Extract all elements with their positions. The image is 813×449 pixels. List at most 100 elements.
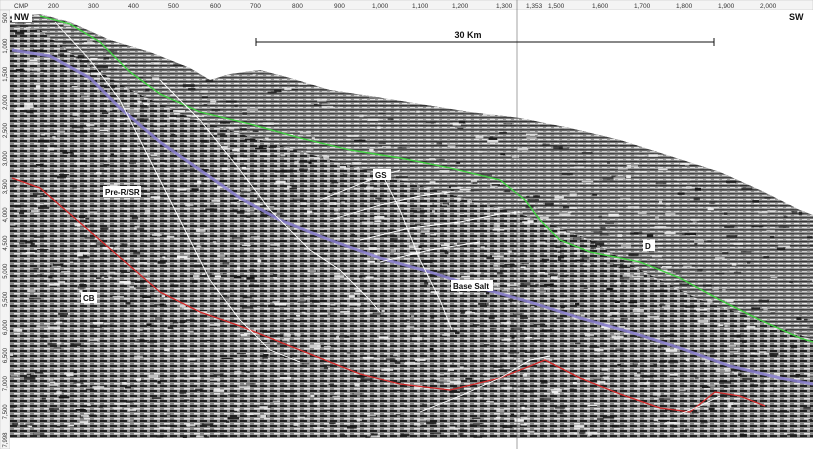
seismic-texture-mark bbox=[536, 241, 546, 245]
seismic-texture-mark bbox=[597, 418, 604, 421]
seismic-texture-mark bbox=[136, 118, 149, 121]
seismic-texture-mark bbox=[517, 199, 524, 201]
seismic-texture-mark bbox=[548, 273, 558, 275]
seismic-texture-mark bbox=[159, 426, 171, 429]
seismic-texture-mark bbox=[104, 157, 108, 161]
seismic-texture-mark bbox=[253, 177, 263, 180]
seismic-texture-mark bbox=[239, 385, 251, 388]
seismic-texture-mark bbox=[476, 397, 483, 399]
seismic-texture-mark bbox=[205, 339, 212, 342]
seismic-texture-mark bbox=[136, 377, 141, 381]
seismic-texture-mark bbox=[72, 187, 77, 189]
seismic-texture-mark bbox=[602, 177, 614, 181]
seismic-texture-mark bbox=[37, 139, 50, 143]
seismic-texture-mark bbox=[722, 289, 726, 291]
seismic-texture-mark bbox=[329, 202, 337, 205]
seismic-texture-mark bbox=[581, 152, 593, 154]
seismic-texture-mark bbox=[165, 329, 172, 331]
seismic-texture-mark bbox=[135, 287, 147, 290]
seismic-texture-mark bbox=[177, 188, 187, 191]
seismic-texture-mark bbox=[764, 422, 777, 425]
cmp-tick-label: 1,800 bbox=[676, 3, 693, 10]
seismic-texture-mark bbox=[787, 433, 797, 436]
seismic-texture-mark bbox=[339, 433, 345, 435]
seismic-texture-mark bbox=[79, 215, 86, 218]
seismic-texture-mark bbox=[98, 405, 103, 408]
cmp-tick-label: 1,700 bbox=[634, 3, 651, 10]
seismic-texture-mark bbox=[751, 225, 764, 228]
seismic-texture-mark bbox=[589, 346, 600, 348]
seismic-texture-mark bbox=[170, 284, 179, 287]
seismic-texture-mark bbox=[33, 192, 45, 195]
seismic-texture-mark bbox=[422, 403, 427, 406]
seismic-texture-mark bbox=[406, 325, 415, 328]
seismic-texture-mark bbox=[574, 252, 583, 254]
seismic-texture-mark bbox=[308, 161, 312, 164]
seismic-texture-mark bbox=[783, 215, 788, 218]
seismic-texture-mark bbox=[310, 395, 315, 397]
seismic-texture-mark bbox=[390, 237, 398, 240]
seismic-texture-mark bbox=[201, 96, 208, 99]
seismic-texture-mark bbox=[36, 203, 44, 206]
seismic-texture-mark bbox=[129, 109, 139, 112]
seismic-texture-mark bbox=[557, 231, 567, 234]
seismic-texture-mark bbox=[724, 212, 728, 215]
seismic-texture-mark bbox=[400, 407, 405, 410]
seismic-texture-mark bbox=[234, 370, 242, 374]
seismic-texture-mark bbox=[222, 262, 230, 265]
seismic-texture-mark bbox=[608, 213, 619, 217]
seismic-texture-mark bbox=[778, 226, 790, 228]
seismic-texture-mark bbox=[652, 392, 661, 396]
cmp-tick-label: 2,000 bbox=[760, 3, 777, 10]
seismic-texture-mark bbox=[306, 148, 314, 150]
seismic-texture-mark bbox=[330, 303, 336, 306]
seismic-texture-mark bbox=[395, 413, 401, 416]
seismic-texture-mark bbox=[192, 115, 205, 118]
seismic-texture-mark bbox=[429, 158, 436, 160]
seismic-texture-mark bbox=[668, 360, 679, 364]
seismic-texture-mark bbox=[76, 383, 81, 386]
seismic-texture-mark bbox=[41, 133, 45, 136]
seismic-texture-mark bbox=[767, 210, 777, 212]
seismic-texture-mark bbox=[157, 381, 161, 384]
seismic-texture-mark bbox=[309, 344, 321, 348]
seismic-texture-mark bbox=[365, 312, 373, 314]
seismic-texture-mark bbox=[301, 363, 310, 365]
seismic-texture-mark bbox=[457, 197, 462, 201]
seismic-texture-mark bbox=[415, 248, 422, 250]
seismic-texture-mark bbox=[695, 309, 707, 311]
seismic-texture-mark bbox=[627, 205, 640, 209]
seismic-texture-mark bbox=[458, 120, 466, 124]
seismic-texture-mark bbox=[791, 211, 798, 214]
seismic-texture-mark bbox=[496, 372, 505, 375]
seismic-texture-mark bbox=[689, 230, 698, 233]
seismic-texture-mark bbox=[776, 247, 786, 250]
seismic-texture-mark bbox=[549, 358, 553, 362]
seismic-texture-mark bbox=[164, 348, 170, 352]
seismic-texture-mark bbox=[732, 354, 740, 356]
seismic-texture-mark bbox=[444, 251, 449, 255]
seismic-texture-mark bbox=[10, 353, 14, 356]
seismic-texture-mark bbox=[482, 374, 495, 376]
seismic-texture-mark bbox=[207, 293, 212, 295]
seismic-texture-mark bbox=[35, 85, 41, 88]
seismic-texture-mark bbox=[41, 335, 49, 338]
seismic-texture-mark bbox=[370, 435, 380, 438]
seismic-texture-mark bbox=[340, 302, 351, 305]
seismic-texture-mark bbox=[416, 110, 420, 113]
seismic-texture-mark bbox=[659, 304, 666, 307]
seismic-texture-mark bbox=[49, 283, 60, 286]
seismic-texture-mark bbox=[21, 252, 25, 255]
seismic-texture-mark bbox=[680, 163, 690, 165]
seismic-texture-mark bbox=[593, 378, 601, 381]
seismic-texture-mark bbox=[177, 255, 188, 259]
seismic-texture-mark bbox=[328, 191, 333, 193]
seismic-texture-mark bbox=[351, 234, 356, 236]
seismic-texture-mark bbox=[617, 234, 622, 237]
seismic-section-figure: CMP 200 300 400 500 600 700 800 900 1,000 1,100 1,… bbox=[0, 0, 813, 449]
seismic-texture-mark bbox=[334, 275, 345, 278]
seismic-texture-mark bbox=[81, 95, 89, 98]
seismic-texture-mark bbox=[232, 208, 239, 212]
seismic-texture-mark bbox=[671, 425, 678, 428]
seismic-texture-mark bbox=[652, 255, 662, 258]
